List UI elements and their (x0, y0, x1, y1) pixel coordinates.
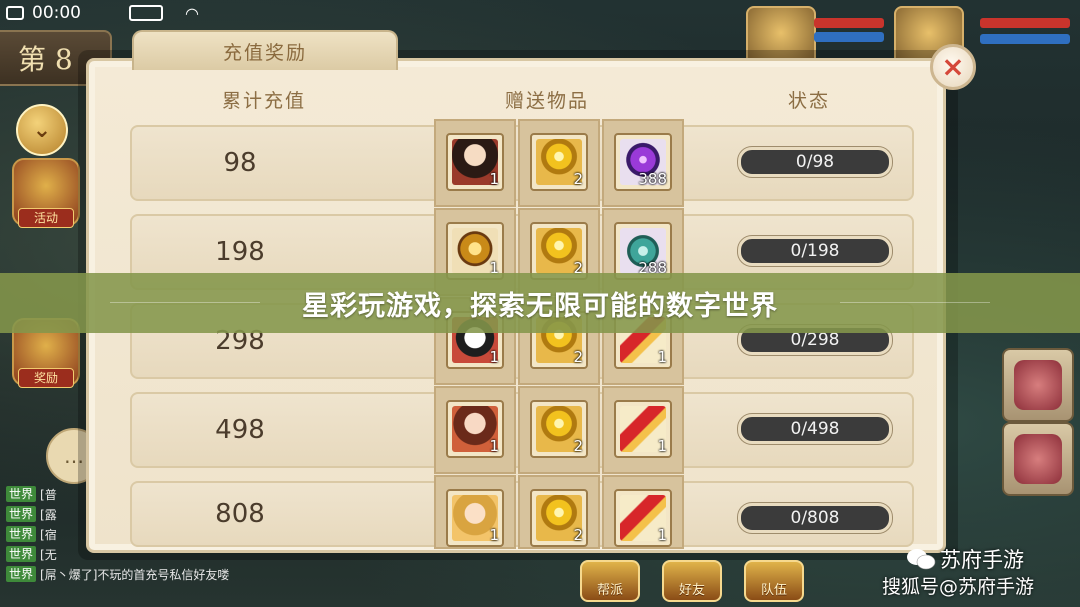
chat-channel-tag: 世界 (6, 486, 37, 502)
red-scroll-icon[interactable]: 1 (614, 400, 672, 458)
hero-portrait-blonde-icon[interactable]: 1 (446, 489, 504, 547)
nav-guild-label: 帮派 (596, 583, 623, 598)
gift-slot: 1 (434, 475, 516, 549)
golden-beast-icon[interactable]: 1 (446, 222, 504, 280)
close-button[interactable]: × (930, 44, 976, 90)
nav-team-button[interactable]: 队伍 (744, 560, 804, 602)
chat-channel-tag: 世界 (6, 546, 37, 562)
progress-status: 0/198 (738, 236, 892, 266)
column-header-gifts: 赠送物品 (505, 90, 590, 112)
activity-label: 活动 (18, 208, 74, 228)
banner-divider (110, 302, 260, 303)
nav-friends-button[interactable]: 好友 (662, 560, 722, 602)
gift-slot: 2 (518, 475, 600, 549)
skill-button[interactable] (1002, 422, 1074, 496)
reward-row: 98 1 2 388 0/98 (130, 119, 914, 207)
mana-bar (814, 32, 884, 42)
gold-ingot-icon[interactable]: 2 (530, 222, 588, 280)
reward-label: 奖励 (18, 368, 74, 388)
item-count: 2 (573, 348, 583, 366)
item-count: 1 (489, 526, 499, 544)
skill-button[interactable] (1002, 348, 1074, 422)
watermark-account: 苏府手游 (940, 548, 1024, 572)
health-bar (814, 18, 884, 28)
item-count: 1 (657, 348, 667, 366)
crystal-icon (1014, 434, 1062, 484)
crystal-icon (1014, 360, 1062, 410)
watermark-source: 搜狐号@苏府手游 (882, 576, 1035, 598)
column-header-status: 状态 (788, 90, 831, 112)
collapse-menu-button[interactable]: ⌄ (16, 104, 68, 156)
column-header-amount: 累计充值 (222, 90, 307, 112)
jade-vase-icon[interactable]: 288 (614, 222, 672, 280)
nav-friends-label: 好友 (678, 583, 705, 598)
banner-divider (840, 302, 990, 303)
activity-button[interactable]: 活动 (12, 158, 80, 228)
chat-channel-tag: 世界 (6, 506, 37, 522)
chevron-down-icon: ⌄ (32, 117, 52, 143)
reward-row: 808 1 2 1 0/808 (130, 475, 914, 549)
wifi-icon: ◠ (185, 3, 199, 23)
row-amount: 98 (223, 148, 257, 178)
hero-portrait-girl-icon[interactable]: 1 (446, 400, 504, 458)
progress-status: 0/98 (738, 147, 892, 177)
progress-status: 0/808 (738, 503, 892, 533)
chat-text: [无 (40, 547, 57, 562)
purple-gem-icon[interactable]: 388 (614, 133, 672, 191)
gold-ingot-icon[interactable]: 2 (530, 489, 588, 547)
item-count: 2 (573, 170, 583, 188)
nav-team-label: 队伍 (760, 583, 787, 598)
dialog-title: 充值奖励 (222, 41, 307, 64)
item-count: 1 (489, 170, 499, 188)
close-icon: × (941, 50, 965, 83)
item-count: 1 (489, 437, 499, 455)
row-amount: 808 (215, 499, 265, 529)
item-count: 388 (638, 170, 667, 188)
banner-text: 星彩玩游戏，探索无限可能的数字世界 (302, 290, 778, 322)
battery-icon (129, 5, 163, 21)
mana-bar (980, 34, 1070, 44)
gift-slot: 2 (518, 119, 600, 207)
chat-channel-tag: 世界 (6, 566, 37, 582)
gift-slot: 1 (434, 119, 516, 207)
gift-slot: 388 (602, 119, 684, 207)
item-count: 1 (489, 348, 499, 366)
chat-text: [普 (40, 487, 57, 502)
chat-line: 世界 [屌丶爆了]不玩的首充号私信好友喽 (6, 564, 306, 584)
progress-status: 0/498 (738, 414, 892, 444)
gift-slot: 2 (518, 386, 600, 474)
gold-ingot-icon[interactable]: 2 (530, 133, 588, 191)
gift-slot: 1 (434, 386, 516, 474)
clock: 00:00 (32, 3, 81, 23)
health-bar (980, 18, 1070, 28)
item-count: 2 (573, 437, 583, 455)
chat-channel-tag: 世界 (6, 526, 37, 542)
wechat-icon (907, 549, 936, 570)
nav-guild-button[interactable]: 帮派 (580, 560, 640, 602)
chat-text: [屌丶爆了]不玩的首充号私信好友喽 (40, 567, 230, 582)
item-count: 1 (657, 437, 667, 455)
chat-text: [露 (40, 507, 57, 522)
reward-row: 498 1 2 1 0/498 (130, 386, 914, 474)
hero-portrait-icon[interactable]: 1 (446, 133, 504, 191)
promo-banner: 星彩玩游戏，探索无限可能的数字世界 (0, 273, 1080, 333)
status-bar: 00:00 ◠ (0, 0, 246, 26)
gift-slot: 1 (602, 386, 684, 474)
red-scroll-icon[interactable]: 1 (614, 489, 672, 547)
gold-ingot-icon[interactable]: 2 (530, 400, 588, 458)
gift-slot: 1 (602, 475, 684, 549)
chat-text: [宿 (40, 527, 57, 542)
item-count: 2 (573, 526, 583, 544)
notification-icon (6, 6, 24, 20)
item-count: 1 (657, 526, 667, 544)
row-amount: 498 (215, 415, 265, 445)
dialog-title-tab: 充值奖励 (132, 30, 398, 70)
chapter-label: 第 8 (18, 43, 73, 76)
